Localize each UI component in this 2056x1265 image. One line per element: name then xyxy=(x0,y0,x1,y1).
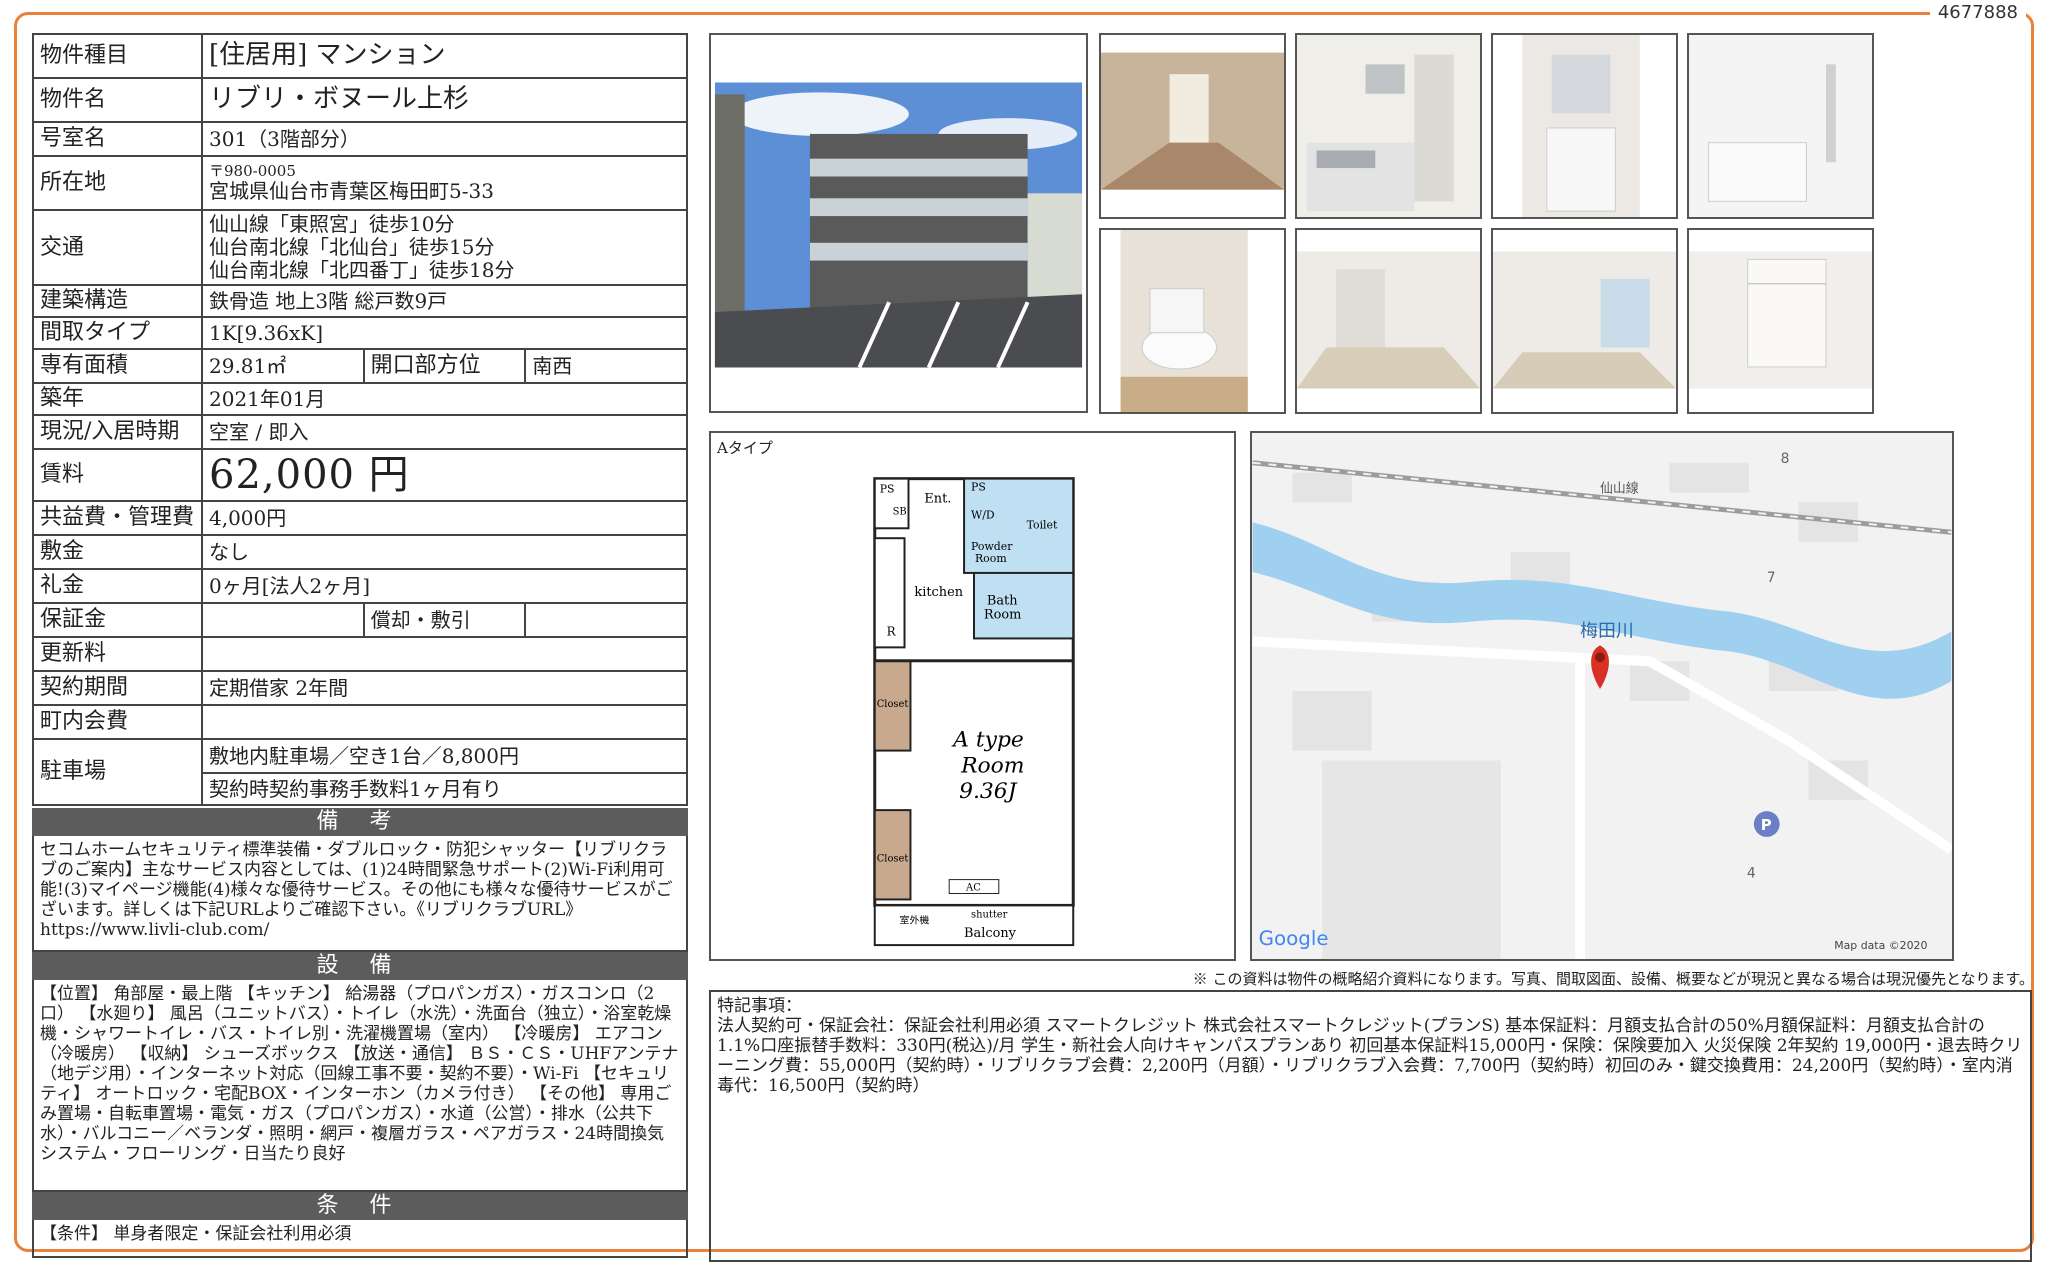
building-exterior-photo xyxy=(709,33,1088,413)
layout-label: 間取タイプ xyxy=(32,316,203,350)
map-river-label: 梅田川 xyxy=(1580,620,1634,641)
keymoney-value: 0ヶ月[法人2ヶ月] xyxy=(201,568,688,604)
type-value: [住居用] マンション xyxy=(201,33,688,79)
map-parking-marker: P xyxy=(1761,816,1772,834)
town-value xyxy=(201,704,688,740)
floor-plan: Aタイプ PS SB Ent. PS W/D Toilet Powder Roo… xyxy=(709,431,1236,961)
contract-value: 定期借家 2年間 xyxy=(201,670,688,706)
plan-ps2: PS xyxy=(971,481,986,494)
transport-line: 仙山線「東照宮」徒歩10分 xyxy=(209,212,455,236)
contract-label: 契約期間 xyxy=(32,670,203,706)
fee-value: 4,000円 xyxy=(201,500,688,536)
disclaimer-note: ※ この資料は物件の概略紹介資料になります。写真、間取図面、設備、概要などが現況… xyxy=(1192,970,2034,988)
postal-code: 〒980-0005 xyxy=(209,161,296,180)
kitchen-photo xyxy=(1295,33,1482,219)
area-label: 専有面積 xyxy=(32,348,203,384)
rent-label: 賃料 xyxy=(32,448,203,502)
plan-ent: Ent. xyxy=(924,491,951,506)
built-label: 築年 xyxy=(32,382,203,416)
closet-photo xyxy=(1687,228,1874,414)
built-value: 2021年01月 xyxy=(201,382,688,416)
parking-label: 駐車場 xyxy=(32,738,203,806)
map-num4: 4 xyxy=(1747,866,1756,882)
map-data-credit: Map data ©2020 xyxy=(1834,939,1927,952)
room-value: 301（3階部分） xyxy=(201,121,688,157)
plan-toilet: Toilet xyxy=(1027,518,1058,531)
structure-label: 建築構造 xyxy=(32,284,203,318)
layout-value: 1K[9.36xK] xyxy=(201,316,688,350)
toilet-photo xyxy=(1099,228,1286,414)
map-rail-label: 仙山線 xyxy=(1600,481,1639,497)
direction-value: 南西 xyxy=(524,348,688,384)
plan-r: R xyxy=(887,624,897,638)
guarantee-value xyxy=(201,602,365,638)
map-google-logo: Google xyxy=(1259,927,1329,950)
name-label: 物件名 xyxy=(32,77,203,123)
map-num7: 7 xyxy=(1767,570,1776,586)
amort-label: 償却・敷引 xyxy=(362,602,527,638)
plan-sb: SB xyxy=(893,506,907,517)
plan-closet1: Closet xyxy=(877,699,909,710)
parking-value: 敷地内駐車場／空き1台／8,800円 xyxy=(201,738,688,774)
town-label: 町内会費 xyxy=(32,704,203,740)
special-notes-title: 特記事項： xyxy=(717,996,802,1016)
address-value: 宮城県仙台市青葉区梅田町5-33 xyxy=(209,179,494,204)
room-photo-1 xyxy=(1295,228,1482,414)
special-notes: 特記事項： 法人契約可・保証会社：保証会社利用必須 スマートクレジット 株式会社… xyxy=(709,990,2032,1262)
equipment-header: 設 備 xyxy=(32,952,688,980)
keymoney-label: 礼金 xyxy=(32,568,203,604)
plan-powder2: Room xyxy=(975,552,1007,565)
map-num8: 8 xyxy=(1781,451,1790,467)
conditions-text: 【条件】 単身者限定・保証会社利用必須 xyxy=(32,1220,688,1258)
address-label: 所在地 xyxy=(32,155,203,211)
plan-room-name: A type xyxy=(951,728,1024,753)
plan-bath2: Room xyxy=(984,608,1021,623)
rent-value: 62,000 円 xyxy=(201,448,688,502)
type-label: 物件種目 xyxy=(32,33,203,79)
plan-room-word: Room xyxy=(960,753,1024,778)
property-info-table: 物件種目 [住居用] マンション 物件名 リブリ・ボヌール上杉 号室名 301（3階部… xyxy=(32,33,688,806)
status-value: 空室 / 即入 xyxy=(201,414,688,450)
deposit-value: なし xyxy=(201,534,688,570)
plan-shutter: shutter xyxy=(971,909,1008,920)
plan-room-size: 9.36J xyxy=(959,779,1018,804)
room-label: 号室名 xyxy=(32,121,203,157)
plan-balcony: Balcony xyxy=(964,926,1017,941)
area-value: 29.81㎡ xyxy=(201,348,365,384)
special-notes-text: 法人契約可・保証会社：保証会社利用必須 スマートクレジット 株式会社スマートクレ… xyxy=(717,1016,2023,1096)
renewal-label: 更新料 xyxy=(32,636,203,672)
conditions-header: 条 件 xyxy=(32,1192,688,1220)
plan-wd: W/D xyxy=(971,508,995,521)
direction-label: 開口部方位 xyxy=(362,348,527,384)
transport-label: 交通 xyxy=(32,209,203,286)
hallway-photo xyxy=(1099,33,1286,219)
washroom-photo xyxy=(1491,33,1678,219)
plan-outdoor: 室外機 xyxy=(900,913,930,926)
remarks-text: セコムホームセキュリティ標準装備・ダブルロック・防犯シャッター【リブリクラブのご… xyxy=(32,836,688,952)
fee-label: 共益費・管理費 xyxy=(32,500,203,536)
plan-closet2: Closet xyxy=(877,854,909,865)
remarks-header: 備 考 xyxy=(32,808,688,836)
deposit-label: 敷金 xyxy=(32,534,203,570)
plan-ps1: PS xyxy=(880,483,895,496)
name-value: リブリ・ボヌール上杉 xyxy=(201,77,688,123)
equipment-text: 【位置】 角部屋・最上階 【キッチン】 給湯器（プロパンガス）・ガスコンロ（2口… xyxy=(32,980,688,1192)
room-photo-2 xyxy=(1491,228,1678,414)
location-map: 仙山線 梅田川 8 7 4 P Google Map data ©2020 xyxy=(1250,431,1954,961)
transport-line: 仙台南北線「北仙台」徒歩15分 xyxy=(209,235,495,259)
guarantee-label: 保証金 xyxy=(32,602,203,638)
structure-value: 鉄骨造 地上3階 総戸数9戸 xyxy=(201,284,688,318)
bathroom-photo xyxy=(1687,33,1874,219)
renewal-value xyxy=(201,636,688,672)
status-label: 現況/入居時期 xyxy=(32,414,203,450)
amort-value xyxy=(524,602,688,638)
document-id: 4677888 xyxy=(1929,2,2026,23)
transport-line: 仙台南北線「北四番丁」徒歩18分 xyxy=(209,258,515,282)
parking-note: 契約時契約事務手数料1ヶ月有り xyxy=(201,772,688,806)
plan-bath1: Bath xyxy=(987,594,1018,609)
plan-ac: AC xyxy=(965,883,981,894)
plan-kitchen: kitchen xyxy=(914,585,963,600)
